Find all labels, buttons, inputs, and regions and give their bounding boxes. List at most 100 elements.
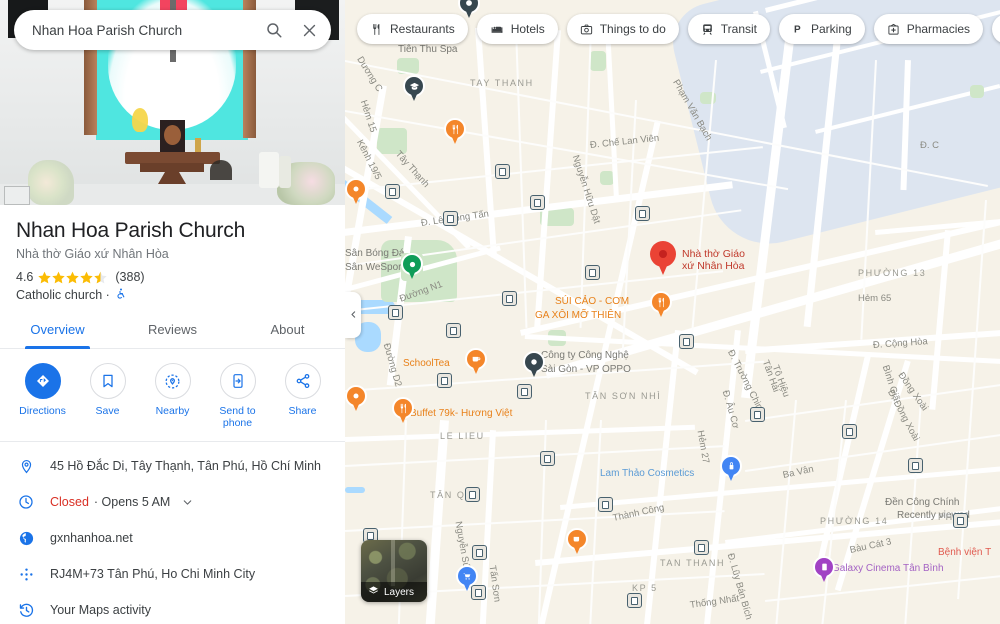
maps-app: Nhan Hoa Parish Church Nhà thờ Giáo xứ N…	[0, 0, 1000, 624]
poi-oppo-office[interactable]	[523, 351, 545, 379]
chip-parking[interactable]: P Parking	[779, 14, 865, 44]
poi-restaurant-edge[interactable]	[345, 178, 367, 206]
plus-code-text: RJ4M+73 Tân Phú, Ho Chi Minh City	[50, 567, 256, 581]
map-label: LE LIEU	[440, 431, 485, 441]
poi-restaurant-edge-2[interactable]	[345, 385, 367, 413]
place-info-card: Nhan Hoa Parish Church Nhà thờ Giáo xứ N…	[0, 205, 345, 624]
photo-sign	[4, 186, 30, 205]
transit-marker[interactable]	[388, 305, 403, 320]
place-tabs: Overview Reviews About	[0, 314, 345, 349]
poi-shopping[interactable]	[456, 565, 478, 593]
website-row[interactable]: gxnhanhoa.net	[0, 520, 345, 556]
rating-row[interactable]: 4.6 (388)	[0, 261, 345, 284]
restaurant-icon	[370, 23, 383, 36]
plus-code-row[interactable]: RJ4M+73 Tân Phú, Ho Chi Minh City	[0, 556, 345, 592]
train-icon	[701, 23, 714, 36]
bookmark-icon	[89, 363, 126, 399]
map-label: SchoolTea	[403, 358, 450, 369]
transit-marker[interactable]	[598, 497, 613, 512]
rating-value: 4.6	[16, 270, 34, 284]
map-canvas[interactable]: Restaurants Hotels Things to do Transit …	[345, 0, 1000, 624]
maps-activity-row[interactable]: Your Maps activity	[0, 592, 345, 624]
send-to-phone-label: Send to phone	[219, 405, 256, 429]
tab-about[interactable]: About	[230, 314, 345, 348]
transit-marker[interactable]	[495, 164, 510, 179]
poi-sui-cao[interactable]	[650, 291, 672, 319]
transit-marker[interactable]	[385, 184, 400, 199]
transit-marker[interactable]	[472, 545, 487, 560]
save-button[interactable]: Save	[75, 363, 140, 429]
category-chips: Restaurants Hotels Things to do Transit …	[357, 14, 1000, 44]
status-badge: Closed	[50, 495, 89, 509]
plus-code-icon	[16, 564, 36, 584]
tab-overview[interactable]: Overview	[0, 314, 115, 349]
transit-marker[interactable]	[465, 487, 480, 502]
close-icon[interactable]	[293, 10, 331, 50]
map-label: Đền Công Chính	[885, 497, 960, 508]
address-row[interactable]: 45 Hồ Đắc Di, Tây Thạnh, Tân Phú, Hồ Chí…	[0, 448, 345, 484]
search-input[interactable]	[14, 22, 255, 38]
chip-restaurants[interactable]: Restaurants	[357, 14, 468, 44]
map-label: SÚI CẢO - CƠM	[555, 296, 630, 307]
clock-icon	[16, 492, 36, 512]
search-bar[interactable]	[14, 10, 331, 50]
share-label: Share	[288, 405, 317, 417]
chip-things-to-do[interactable]: Things to do	[566, 14, 679, 44]
map-label: Lam Thảo Cosmetics	[600, 468, 695, 479]
chip-hotels-label: Hotels	[510, 22, 545, 36]
transit-marker[interactable]	[750, 407, 765, 422]
poi-cafe[interactable]	[566, 528, 588, 556]
layers-icon	[368, 585, 379, 599]
chip-pharmacies[interactable]: Pharmacies	[873, 14, 984, 44]
poi-restaurant[interactable]	[444, 118, 466, 146]
poi-school[interactable]	[403, 75, 425, 103]
website-text: gxnhanhoa.net	[50, 531, 133, 545]
poi-buffet[interactable]	[392, 397, 414, 425]
directions-label: Directions	[19, 405, 66, 417]
chip-atms[interactable]: ATMs	[992, 14, 1000, 44]
poi-cosmetics[interactable]	[720, 455, 742, 483]
panel-collapse-button[interactable]	[345, 292, 361, 338]
directions-button[interactable]: Directions	[10, 363, 75, 429]
transit-marker[interactable]	[842, 424, 857, 439]
transit-marker[interactable]	[446, 323, 461, 338]
chip-parking-label: Parking	[811, 22, 852, 36]
poi-schooltea[interactable]	[465, 348, 487, 376]
transit-marker[interactable]	[540, 451, 555, 466]
layers-button[interactable]: Layers	[361, 540, 427, 602]
transit-marker[interactable]	[953, 513, 968, 528]
parking-icon: P	[792, 22, 804, 36]
chip-hotels[interactable]: Hotels	[476, 14, 558, 44]
transit-marker[interactable]	[635, 206, 650, 221]
transit-marker[interactable]	[530, 195, 545, 210]
transit-marker[interactable]	[694, 540, 709, 555]
map-label: Sân WeSport	[345, 262, 405, 273]
chevron-down-icon[interactable]	[181, 496, 194, 509]
transit-marker[interactable]	[585, 265, 600, 280]
tab-reviews[interactable]: Reviews	[115, 314, 230, 348]
transit-marker[interactable]	[679, 334, 694, 349]
transit-marker[interactable]	[908, 458, 923, 473]
action-buttons: Directions Save Nearby Send to phone Sha…	[0, 349, 345, 441]
share-button[interactable]: Share	[270, 363, 335, 429]
poi-sports-field[interactable]	[401, 253, 423, 281]
transit-marker[interactable]	[437, 373, 452, 388]
park-4	[590, 51, 606, 71]
hours-row[interactable]: Closed · Opens 5 AM	[0, 484, 345, 520]
nearby-button[interactable]: Nearby	[140, 363, 205, 429]
poi-cinema[interactable]	[813, 556, 835, 584]
search-icon[interactable]	[255, 10, 293, 50]
transit-marker[interactable]	[502, 291, 517, 306]
chip-transit-label: Transit	[720, 22, 757, 36]
send-to-phone-icon	[219, 363, 256, 399]
photo-altar-mid	[140, 163, 204, 172]
chip-transit[interactable]: Transit	[687, 14, 770, 44]
transit-marker[interactable]	[443, 211, 458, 226]
map-label: Công ty Công Nghệ	[541, 350, 629, 361]
main-place-marker[interactable]	[650, 241, 676, 275]
send-to-phone-button[interactable]: Send to phone	[205, 363, 270, 429]
chip-things-to-do-label: Things to do	[599, 22, 666, 36]
transit-marker[interactable]	[627, 593, 642, 608]
transit-marker[interactable]	[517, 384, 532, 399]
layers-bar: Layers	[361, 582, 427, 602]
